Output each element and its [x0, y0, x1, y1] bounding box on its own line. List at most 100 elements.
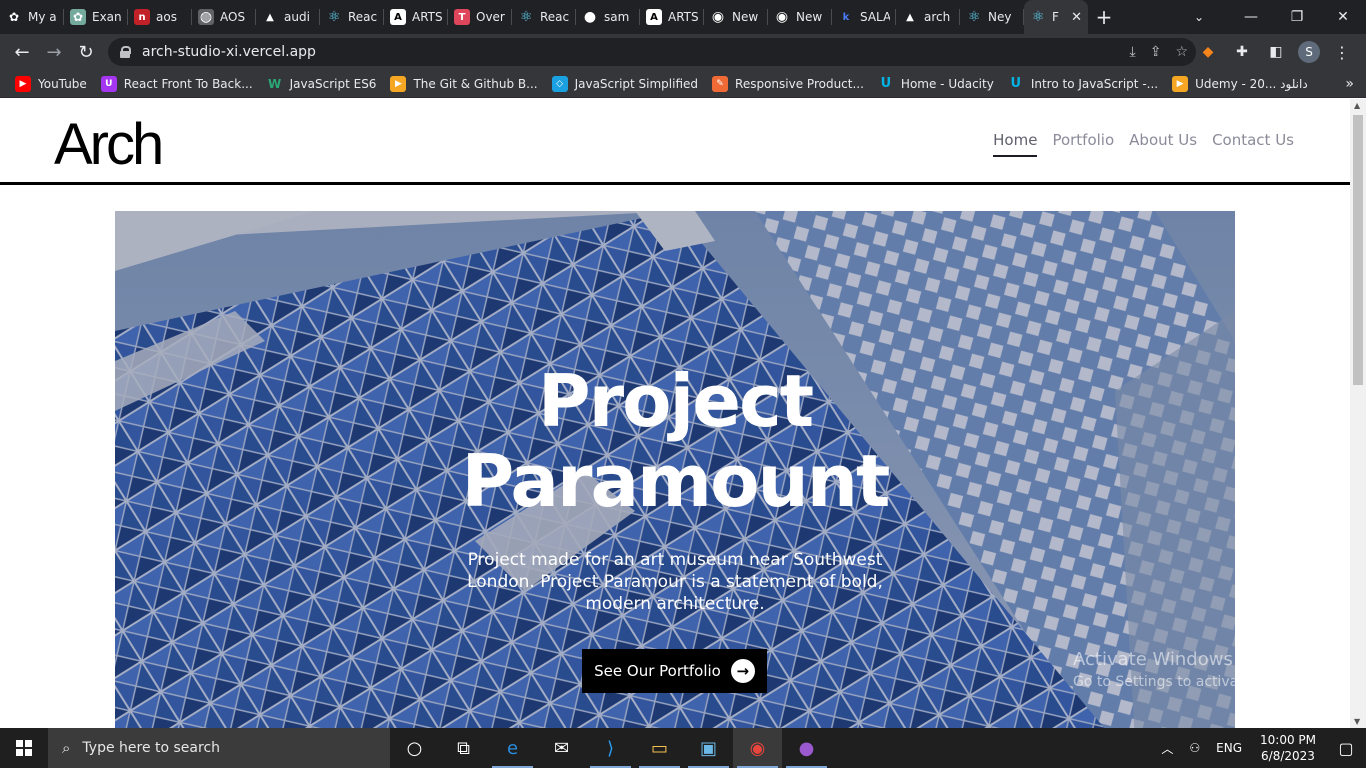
install-app-icon[interactable]: ⤓	[1130, 44, 1136, 60]
close-window-button[interactable]: ✕	[1320, 0, 1366, 34]
udemy-icon: U	[100, 75, 117, 92]
hero-section: Project Paramount Project made for an ar…	[115, 211, 1235, 728]
w-logo-icon: W	[268, 76, 282, 91]
close-tab-icon[interactable]: ✕	[1071, 10, 1082, 25]
watermark-subtitle: Go to Settings to activate Windows.	[1073, 674, 1324, 690]
new-tab-button[interactable]: +	[1088, 0, 1120, 34]
bookmark-item[interactable]: U Intro to JavaScript -...	[1003, 70, 1167, 98]
back-button[interactable]: ←	[6, 36, 38, 68]
address-bar[interactable]: arch-studio-xi.vercel.app ⤓ ⇪ ☆	[108, 38, 1196, 66]
reload-button[interactable]: ↻	[70, 36, 102, 68]
scrollbar-thumb[interactable]	[1353, 115, 1363, 385]
browser-tab[interactable]: A ARTS	[384, 0, 448, 34]
browser-tab[interactable]: ◍ AOS	[192, 0, 256, 34]
browser-toolbar: ← → ↻ arch-studio-xi.vercel.app ⤓ ⇪ ☆ ◆ …	[0, 34, 1366, 70]
cortana-icon[interactable]: ○	[390, 728, 439, 768]
browser-tab-title: Reac	[348, 10, 378, 24]
browser-tab[interactable]: ⚛ Reac	[512, 0, 576, 34]
browser-tab-title: audi	[284, 10, 310, 24]
scroll-down-icon[interactable]: ▼	[1354, 717, 1360, 726]
language-indicator[interactable]: ENG	[1208, 741, 1250, 755]
browser-tab[interactable]: ▲ audi	[256, 0, 320, 34]
bookmark-item[interactable]: U Home - Udacity	[873, 70, 1003, 98]
page-scrollbar[interactable]: ▲ ▼	[1350, 99, 1366, 728]
browser-tab[interactable]: n aos	[128, 0, 192, 34]
play-icon: ▶	[390, 75, 407, 92]
bookmark-label: Udemy - 20... دانلود	[1195, 76, 1308, 91]
bookmark-item[interactable]: ▶ The Git & Github B...	[385, 70, 546, 98]
nav-link-home[interactable]: Home	[993, 131, 1038, 157]
browser-tab[interactable]: ◉ New	[768, 0, 832, 34]
extensions-puzzle-icon[interactable]: ✚	[1230, 40, 1254, 64]
bookmarks-overflow-icon[interactable]: »	[1345, 70, 1354, 98]
github-desktop-icon[interactable]: ●	[782, 728, 831, 768]
bookmark-item[interactable]: ◇ JavaScript Simplified	[547, 70, 707, 98]
nav-link-contact-us[interactable]: Contact Us	[1212, 131, 1294, 157]
github-icon: ●	[582, 9, 598, 25]
youtube-icon: ▶	[15, 75, 31, 92]
browser-tab[interactable]: ▲ arch	[896, 0, 960, 34]
show-hidden-icons-icon[interactable]: ︿	[1153, 740, 1181, 757]
clock[interactable]: 10:00 PM 6/8/2023	[1250, 732, 1326, 764]
profile-avatar[interactable]: S	[1298, 41, 1320, 63]
browser-tab[interactable]: k SALA	[832, 0, 896, 34]
scroll-up-icon[interactable]: ▲	[1354, 101, 1360, 110]
browser-tab[interactable]: ⚛ Reac	[320, 0, 384, 34]
metamask-extension-icon[interactable]: ◆	[1196, 40, 1220, 64]
browser-tab[interactable]: ◉ New	[704, 0, 768, 34]
file-explorer-icon[interactable]: ▭	[635, 728, 684, 768]
taskbar-apps: ○ ⧉ e ✉ ⟩ ▭ ▣ ◉ ●	[390, 728, 831, 768]
system-tray: ︿ ⚇ ENG 10:00 PM 6/8/2023 ▢	[1153, 728, 1366, 768]
network-icon[interactable]: ⚇	[1181, 741, 1208, 755]
notification-center-icon[interactable]: ▢	[1326, 739, 1366, 758]
browser-tab[interactable]: ✿ Exan	[64, 0, 128, 34]
chrome-menu-icon[interactable]: ⋮	[1330, 40, 1354, 64]
bookmark-item[interactable]: U React Front To Back...	[96, 70, 262, 98]
photos-icon[interactable]: ▣	[684, 728, 733, 768]
browser-tab[interactable]: ● sam	[576, 0, 640, 34]
nav-link-portfolio[interactable]: Portfolio	[1052, 131, 1114, 157]
toolbar-actions: ◆ ✚ ◧ S ⋮	[1196, 34, 1366, 70]
edge-icon[interactable]: e	[488, 728, 537, 768]
mail-icon[interactable]: ✉	[537, 728, 586, 768]
tab-search-icon[interactable]: ⌄	[1182, 0, 1216, 34]
browser-tab-title: ARTS	[412, 10, 442, 24]
side-panel-icon[interactable]: ◧	[1264, 40, 1288, 64]
share-icon[interactable]: ⇪	[1150, 44, 1162, 60]
browser-tab[interactable]: A ARTS	[640, 0, 704, 34]
maximize-button[interactable]: ❐	[1274, 0, 1320, 34]
bookmark-label: YouTube	[38, 76, 87, 91]
chrome-icon: ◉	[774, 9, 790, 25]
site-logo[interactable]: Arch	[54, 111, 164, 178]
lock-icon[interactable]	[120, 46, 131, 58]
chrome-icon: ◉	[710, 9, 726, 25]
forward-button[interactable]: →	[38, 36, 70, 68]
bookmark-item[interactable]: ▶ YouTube	[10, 70, 96, 98]
taskbar-search-placeholder[interactable]: Type here to search	[82, 740, 220, 756]
bookmark-label: JavaScript Simplified	[574, 76, 699, 91]
hero-title-line-2: Paramount	[461, 439, 891, 523]
play-icon: ▶	[1172, 75, 1189, 92]
url-text[interactable]: arch-studio-xi.vercel.app	[142, 44, 316, 60]
taskbar-search-box[interactable]: ⌕ Type here to search	[48, 728, 390, 768]
vscode-icon[interactable]: ⟩	[586, 728, 635, 768]
browser-tab[interactable]: ✿ My a	[0, 0, 64, 34]
task-view-icon[interactable]: ⧉	[439, 728, 488, 768]
bookmark-label: Responsive Product...	[735, 76, 864, 91]
hero-title-line-1: Project	[537, 359, 814, 443]
nav-link-about-us[interactable]: About Us	[1129, 131, 1197, 157]
bookmark-star-icon[interactable]: ☆	[1175, 44, 1188, 60]
windows-taskbar: ⌕ Type here to search ○ ⧉ e ✉ ⟩ ▭ ▣ ◉ ● ︿ ⚇ ENG …	[0, 728, 1366, 768]
see-portfolio-button[interactable]: See Our Portfolio →	[582, 649, 767, 693]
browser-tab[interactable]: T Over	[448, 0, 512, 34]
site-header: Arch Home Portfolio About Us Contact Us	[0, 99, 1350, 183]
bookmark-item[interactable]: W JavaScript ES6	[262, 70, 386, 98]
start-button[interactable]	[0, 728, 48, 768]
bookmark-label: React Front To Back...	[123, 76, 253, 91]
bookmark-item[interactable]: ▶ Udemy - 20... دانلود	[1167, 70, 1317, 98]
browser-tab[interactable]: ⚛ F ✕	[1024, 0, 1088, 34]
minimize-button[interactable]: —	[1228, 0, 1274, 34]
bookmark-item[interactable]: ✎ Responsive Product...	[707, 70, 873, 98]
chrome-icon[interactable]: ◉	[733, 728, 782, 768]
browser-tab[interactable]: ⚛ Ney	[960, 0, 1024, 34]
